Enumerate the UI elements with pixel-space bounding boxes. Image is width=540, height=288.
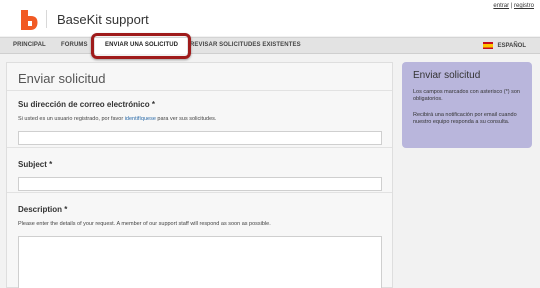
highlight-callout [91,33,191,59]
email-help-text: Si usted es un usuario registrado, por f… [18,116,125,122]
email-help: Si usted es un usuario registrado, por f… [18,116,216,122]
page-title: Enviar solicitud [18,71,106,86]
login-link[interactable]: entrar [493,3,509,9]
sidebar-title: Enviar solicitud [413,70,481,81]
email-label: Su dirección de correo electrónico * [18,100,155,109]
auth-separator: | [510,3,513,9]
site-header: BaseKit support entrar | registro [0,0,540,36]
description-label: Description * [18,205,68,214]
auth-links: entrar | registro [493,3,534,9]
spain-flag-icon [483,42,494,49]
brand-divider [46,10,47,28]
divider [7,192,392,193]
sign-in-link[interactable]: identifíquese [125,116,156,122]
info-sidebar: Enviar solicitud Los campos marcados con… [402,62,532,148]
nav-item-principal[interactable]: PRINCIPAL [13,42,46,48]
language-label: ESPAÑOL [497,42,526,49]
nav-item-forums[interactable]: FORUMS [61,42,88,48]
basekit-logo-icon[interactable] [19,9,39,31]
register-link[interactable]: registro [514,3,534,9]
request-form: Enviar solicitud Su dirección de correo … [6,62,393,288]
description-textarea[interactable] [18,236,382,288]
language-selector[interactable]: ESPAÑOL [483,42,526,49]
divider [7,147,392,148]
main-nav: PRINCIPAL FORUMS ENVIAR UNA SOLICITUD RE… [0,37,540,54]
email-field[interactable] [18,131,382,145]
description-help: Please enter the details of your request… [18,221,271,227]
subject-field[interactable] [18,177,382,191]
sidebar-required-note: Los campos marcados con asterisco (*) so… [413,89,520,102]
brand-title[interactable]: BaseKit support [57,12,149,27]
email-help-text-end: para ver sus solicitudes. [155,116,217,122]
divider [7,90,392,91]
sidebar-notification-note: Recibirá una notificación por email cuan… [413,112,517,125]
nav-item-review-requests[interactable]: REVISAR SOLICITUDES EXISTENTES [190,42,301,48]
app-root: BaseKit support entrar | registro PRINCI… [0,0,540,288]
subject-label: Subject * [18,160,53,169]
